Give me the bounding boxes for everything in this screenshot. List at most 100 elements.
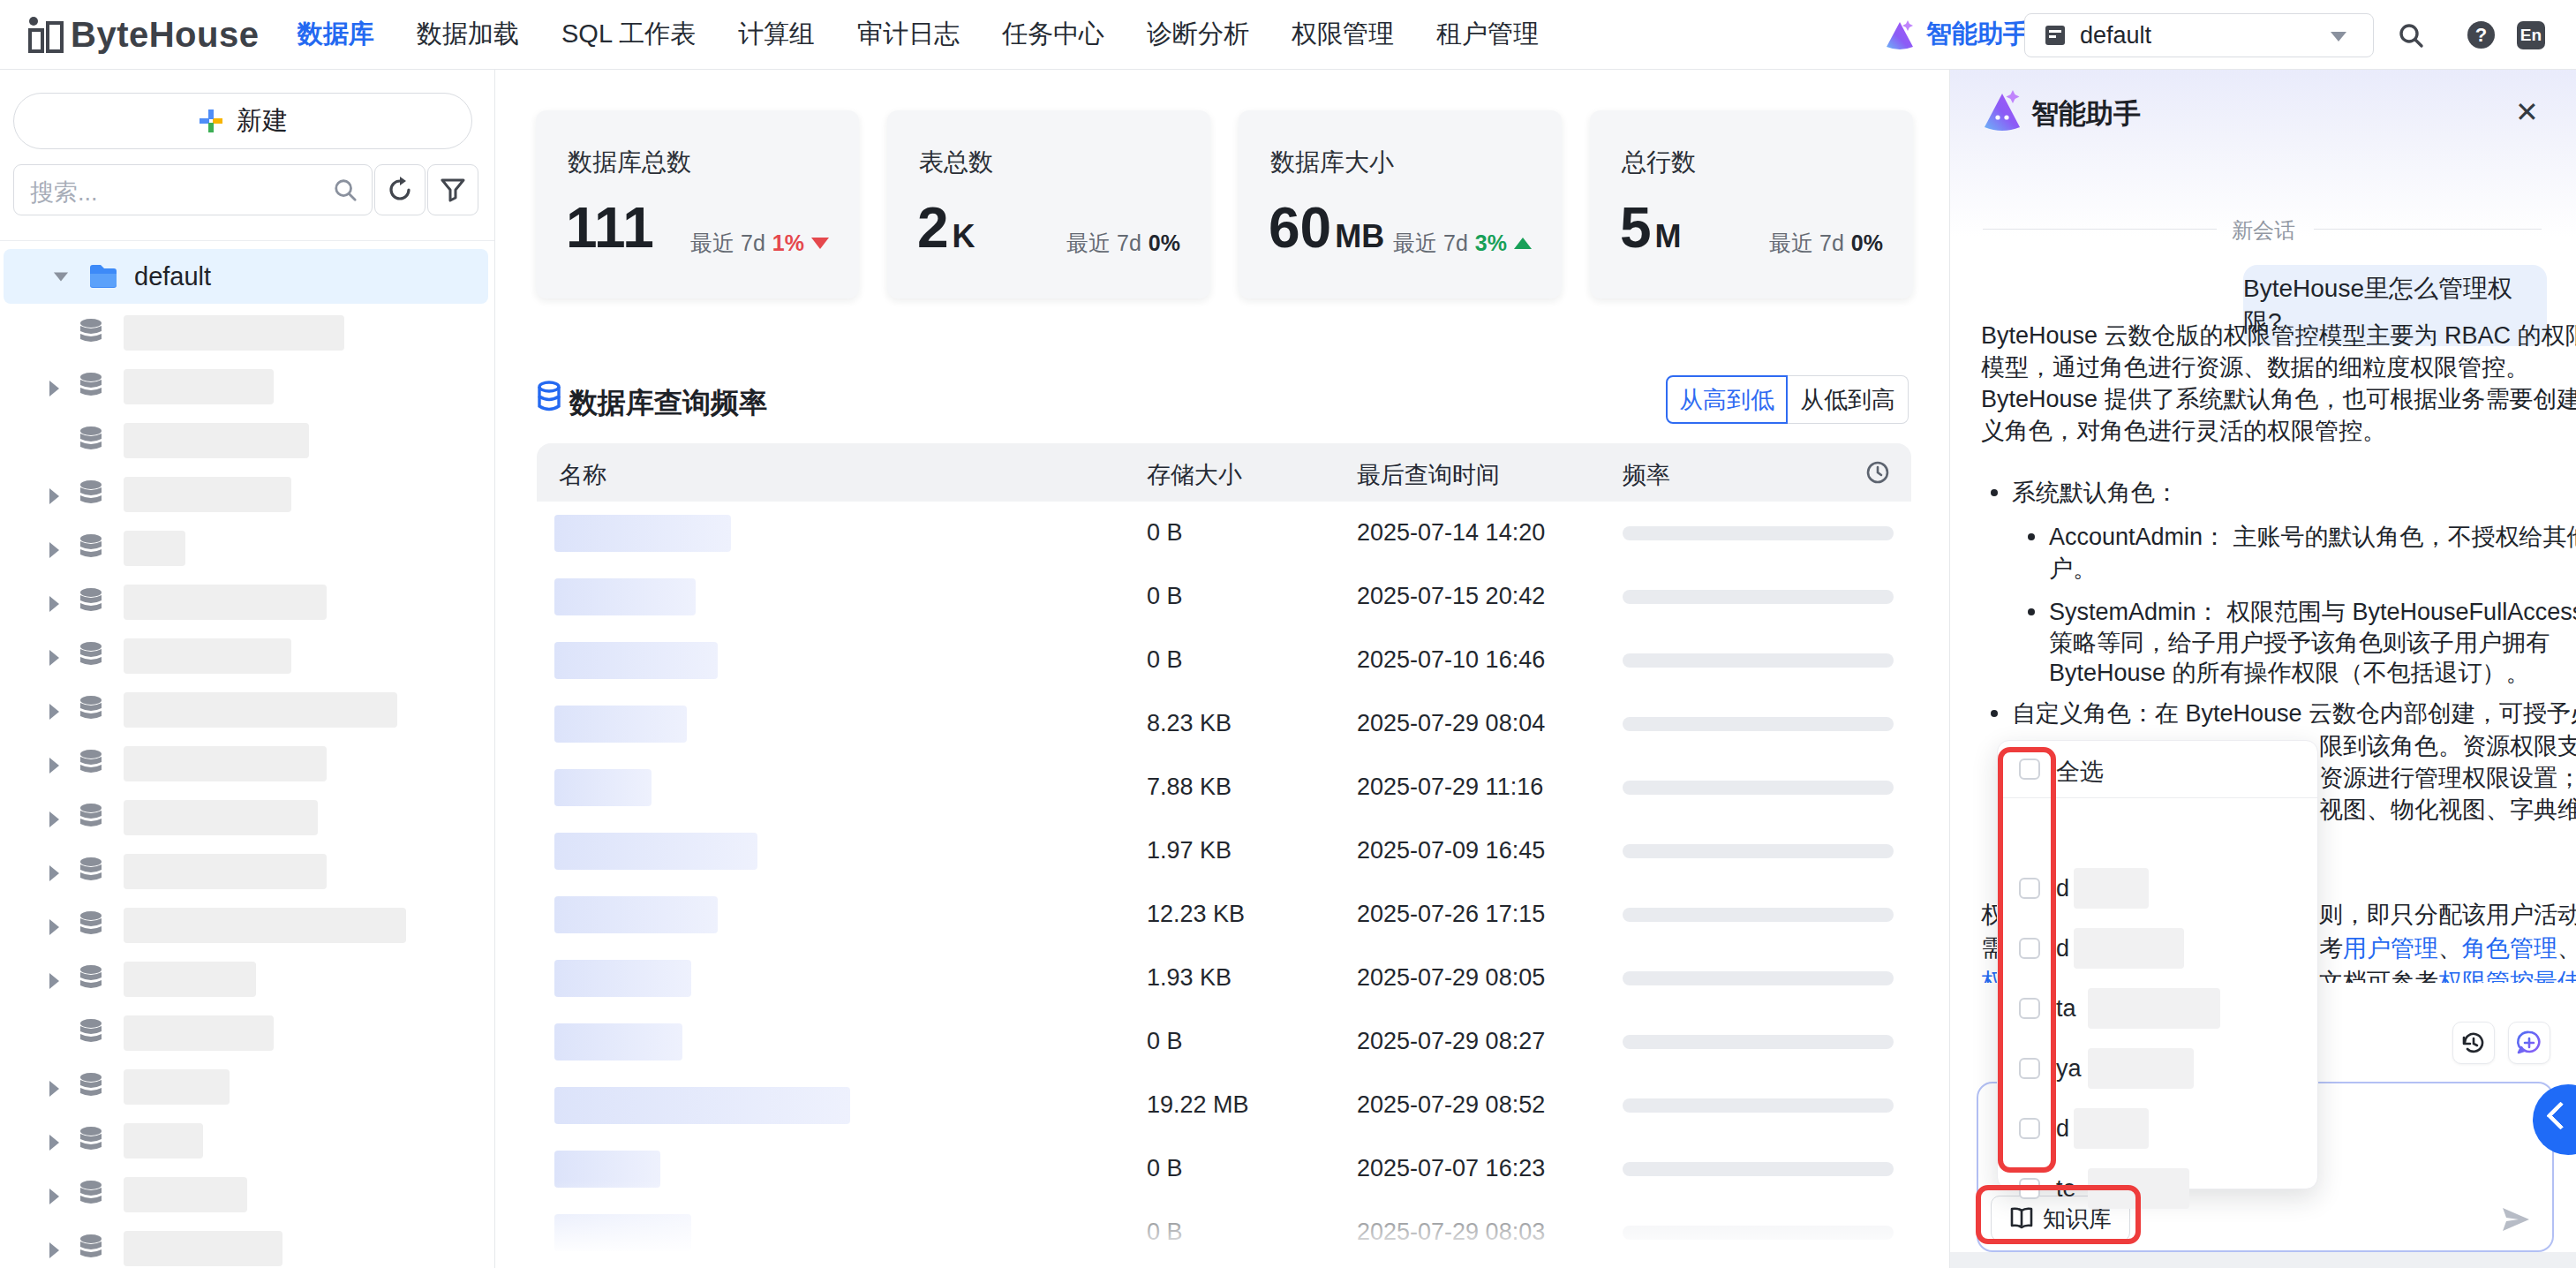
app: ByteHouse 数据库数据加载SQL 工作表计算组审计日志任务中心诊断分析权… [0,0,2576,1268]
database-icon [78,695,104,725]
tree-item[interactable] [0,521,494,575]
chevron-right-icon[interactable] [49,381,59,396]
menu-item-3[interactable]: SQL 工作表 [561,17,696,52]
chevron-right-icon[interactable] [49,488,59,504]
tree-item[interactable] [0,844,494,898]
table-row[interactable]: 1.97 KB2025-07-09 16:45 [537,819,1911,884]
chevron-down-icon[interactable] [54,272,68,281]
tree-item[interactable] [0,1221,494,1268]
nav-assistant-label: 智能助手 [1926,17,2029,52]
tree-item[interactable] [0,683,494,736]
frequency-bar [1623,1098,1894,1113]
table-row[interactable]: 19.22 MB2025-07-29 08:52 [537,1074,1911,1138]
language-button[interactable]: En [2517,21,2545,49]
database-icon [78,1180,104,1210]
chevron-right-icon[interactable] [49,919,59,935]
cell-time: 2025-07-29 08:05 [1357,964,1545,992]
select-all-label: 全选 [2056,756,2104,788]
menu-item-8[interactable]: 权限管理 [1292,17,1394,52]
tree-item[interactable] [0,1113,494,1167]
tree-item[interactable] [0,898,494,952]
bullet-dot [2028,608,2035,615]
card-value: 60MB [1269,195,1384,260]
table-row[interactable]: 1.93 KB 2025-07-29 08:05 [537,947,1911,1011]
table-row[interactable]: 0 B2025-07-14 14:20 [537,502,1911,566]
help-button[interactable]: ? [2467,21,2495,49]
redacted-name [124,1069,230,1105]
menu-item-6[interactable]: 任务中心 [1002,17,1104,52]
workspace-select[interactable]: default [2024,13,2374,57]
menu-item-5[interactable]: 审计日志 [857,17,960,52]
tree-item[interactable] [0,629,494,683]
tree-item[interactable] [0,1060,494,1113]
send-icon[interactable] [2499,1203,2533,1236]
chevron-right-icon[interactable] [49,1189,59,1204]
tree-item[interactable] [0,952,494,1006]
tree-item[interactable] [0,790,494,844]
chevron-right-icon[interactable] [49,704,59,720]
table-row[interactable]: 8.23 KB2025-07-29 08:04 [537,692,1911,757]
cell-size: 1.93 KB [1147,964,1232,992]
table-row[interactable]: 0 B2025-07-10 16:46 [537,629,1911,693]
new-button[interactable]: 新建 [13,93,472,149]
cell-time: 2025-07-29 08:04 [1357,710,1545,737]
chevron-right-icon[interactable] [49,1081,59,1097]
new-chat-button[interactable] [2508,1022,2550,1064]
card-trend: 最近 7d0% [1769,229,1883,258]
history-button[interactable] [2452,1022,2495,1064]
clock-icon[interactable] [1866,461,1889,484]
chevron-right-icon[interactable] [49,1135,59,1151]
menu-item-7[interactable]: 诊断分析 [1147,17,1249,52]
redacted-name [124,315,344,351]
chevron-right-icon[interactable] [49,542,59,558]
menu-item-9[interactable]: 租户管理 [1436,17,1539,52]
chevron-right-icon[interactable] [49,865,59,881]
table-row[interactable]: 12.23 KB2025-07-26 17:15 [537,883,1911,947]
chevron-right-icon[interactable] [49,973,59,989]
sidebar-search-input[interactable]: 搜索... [13,164,373,215]
redacted-name [124,585,327,620]
chevron-right-icon[interactable] [49,758,59,774]
tree-item[interactable] [0,359,494,413]
close-icon[interactable]: ✕ [2515,95,2539,129]
tree-item[interactable] [0,306,494,359]
sidebar: 新建 搜索... default [0,69,495,1268]
table-row[interactable]: 0 B2025-07-15 20:42 [537,565,1911,630]
table-row[interactable]: 0 B2025-07-29 08:27 [537,1010,1911,1075]
folder-icon [88,263,118,290]
search-placeholder: 搜索... [30,177,98,208]
answer-line: 系统默认角色： [2012,477,2179,509]
chevron-right-icon[interactable] [49,596,59,612]
cell-time: 2025-07-15 20:42 [1357,583,1545,610]
tree-item[interactable] [0,736,494,790]
tree-item[interactable] [0,413,494,467]
filter-button[interactable] [427,164,478,215]
menu-item-2[interactable]: 数据加载 [417,17,519,52]
chevron-right-icon[interactable] [49,811,59,827]
chevron-right-icon[interactable] [49,650,59,666]
tree-item[interactable] [0,467,494,521]
filter-icon [440,177,466,203]
database-icon [78,857,104,887]
table-row[interactable]: 7.88 KB2025-07-29 11:16 [537,756,1911,820]
chevron-right-icon[interactable] [49,1242,59,1258]
nav-assistant-entry[interactable]: 智能助手 [1884,0,2029,69]
tree-item[interactable] [0,1167,494,1221]
tree-item[interactable] [0,575,494,629]
database-icon [78,1126,104,1156]
database-icon [78,372,104,402]
cell-time: 2025-07-14 14:20 [1357,519,1545,547]
menu-item-1[interactable]: 数据库 [298,17,374,52]
sort-desc-button[interactable]: 从高到低 [1666,375,1788,424]
database-icon [78,479,104,509]
menu-item-4[interactable]: 计算组 [738,17,815,52]
search-icon[interactable] [2398,22,2424,49]
sort-asc-button[interactable]: 从低到高 [1788,375,1909,424]
sort-toggle: 从高到低 从低到高 [1666,375,1909,424]
refresh-button[interactable] [374,164,426,215]
frequency-bar [1623,971,1894,985]
tree-item[interactable] [0,1006,494,1060]
frequency-bar [1623,526,1894,540]
sidebar-item-default[interactable]: default [4,249,488,304]
cell-size: 7.88 KB [1147,774,1232,801]
